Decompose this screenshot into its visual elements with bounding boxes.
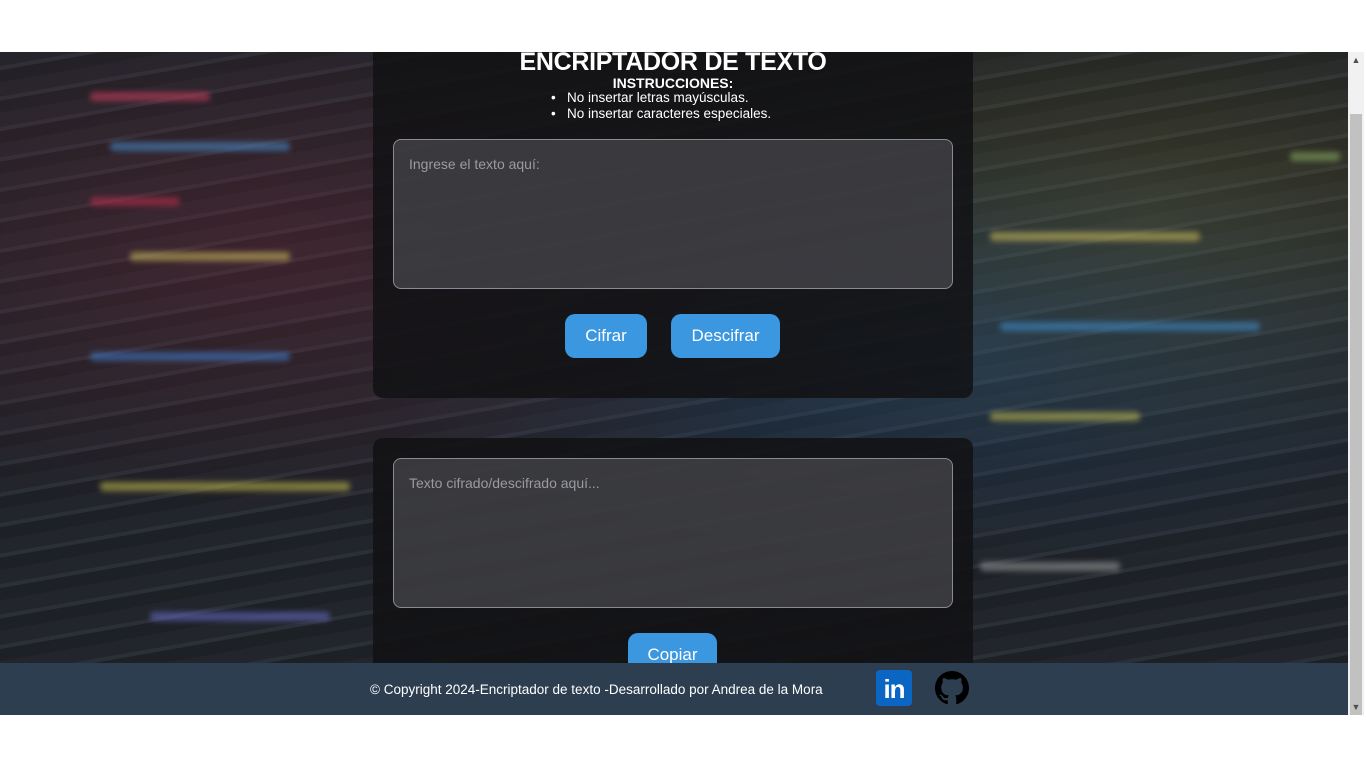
background-code-line <box>110 142 290 151</box>
encryptor-panel: ENCRIPTADOR DE TEXTO INSTRUCCIONES: No i… <box>373 52 973 398</box>
background-code-line <box>1290 152 1340 161</box>
background-code-line <box>130 252 290 261</box>
background-code-line <box>90 92 210 101</box>
footer: © Copyright 2024-Encriptador de texto -D… <box>0 663 1348 715</box>
instruction-item: No insertar caracteres especiales. <box>551 106 771 122</box>
background-code-line <box>990 412 1140 421</box>
page-viewport: ENCRIPTADOR DE TEXTO INSTRUCCIONES: No i… <box>0 52 1348 715</box>
github-icon[interactable] <box>935 671 969 705</box>
vertical-scrollbar[interactable]: ▲ ▼ <box>1348 52 1364 720</box>
background-code-line <box>990 232 1200 241</box>
instructions-list: No insertar letras mayúsculas. No insert… <box>551 90 771 122</box>
background-code-line <box>90 197 180 206</box>
scroll-thumb[interactable] <box>1350 114 1362 720</box>
instructions-title: INSTRUCCIONES: <box>612 75 734 91</box>
instruction-item: No insertar letras mayúsculas. <box>551 90 771 106</box>
background-code-line <box>150 612 330 621</box>
background-code-line <box>100 482 350 491</box>
page-title: ENCRIPTADOR DE TEXTO <box>519 52 827 76</box>
background-code-line <box>980 562 1120 571</box>
scroll-down-arrow-icon[interactable]: ▼ <box>1348 699 1364 715</box>
top-blank-area <box>0 0 1366 52</box>
decrypt-button[interactable]: Descifrar <box>671 314 780 358</box>
bottom-blank-area <box>0 715 1366 768</box>
result-panel: Copiar <box>373 438 973 698</box>
footer-copyright: © Copyright 2024-Encriptador de texto -D… <box>370 682 823 697</box>
background-code-line <box>90 352 290 361</box>
input-text-area[interactable] <box>393 139 953 289</box>
encrypt-button[interactable]: Cifrar <box>565 314 647 358</box>
linkedin-icon[interactable]: in <box>876 670 912 706</box>
background-code-line <box>1000 322 1260 331</box>
scroll-up-arrow-icon[interactable]: ▲ <box>1348 52 1364 68</box>
output-text-area[interactable] <box>393 458 953 608</box>
